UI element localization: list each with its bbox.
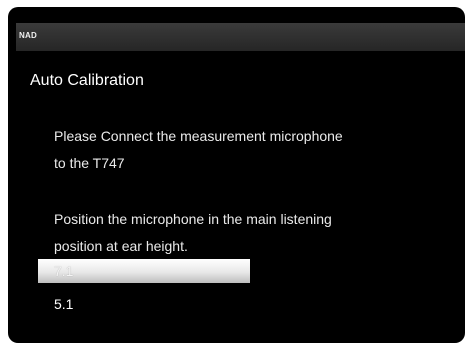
instruction-line-2: to the T747 (54, 155, 125, 171)
option-7-1[interactable]: 7.1 (38, 259, 250, 283)
page-title: Auto Calibration (30, 72, 144, 89)
instruction-line-3: Position the microphone in the main list… (54, 211, 332, 227)
brand-logo: NAD (19, 31, 37, 40)
speaker-config-menu: 7.1 5.1 (38, 259, 258, 316)
top-bar: NAD (16, 23, 465, 51)
option-label: 7.1 (54, 263, 74, 279)
option-label: 5.1 (54, 296, 74, 312)
tv-screen: NAD Auto Calibration Please Connect the … (8, 7, 465, 343)
instruction-line-4: position at ear height. (54, 238, 188, 254)
option-5-1[interactable]: 5.1 (38, 292, 250, 316)
instruction-line-1: Please Connect the measurement microphon… (54, 128, 343, 144)
